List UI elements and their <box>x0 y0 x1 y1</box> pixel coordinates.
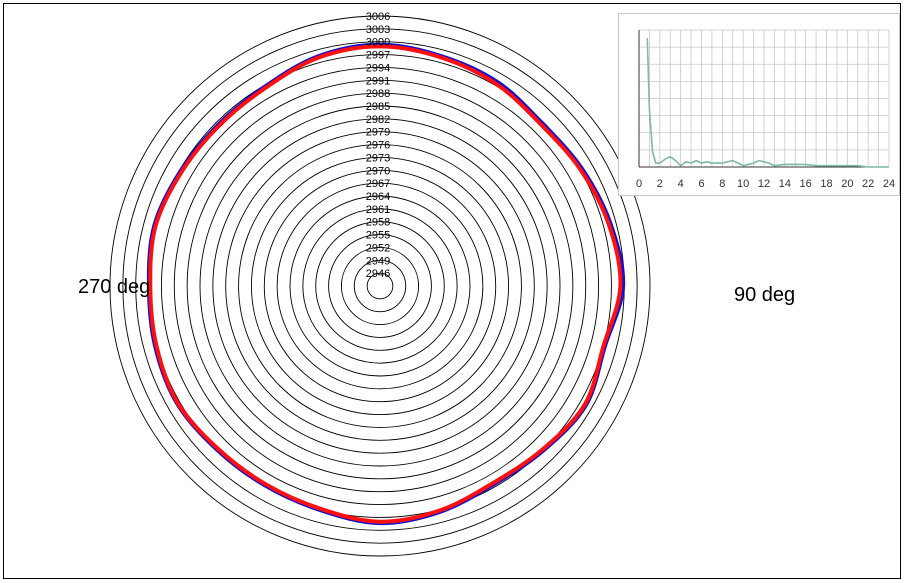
polar-ring-labels: 2946294929522955295829612964296729702973… <box>366 11 390 280</box>
radial-tick-label: 2961 <box>366 204 390 216</box>
inset-x-tick-label: 18 <box>820 178 832 190</box>
inset-svg: 0 2 4 6 8 10 12 14 16 18 20 22 24 <box>636 29 895 190</box>
inset-grid <box>638 29 890 168</box>
radial-tick-label: 2964 <box>366 191 390 203</box>
inset-x-tick-label: 12 <box>758 178 770 190</box>
radial-tick-label: 2973 <box>366 152 390 164</box>
inset-series-line-0 <box>646 37 889 168</box>
radial-tick-label: 2970 <box>366 165 390 177</box>
radial-tick-label: 2949 <box>366 255 390 267</box>
radial-tick-label: 2985 <box>366 101 390 113</box>
inset-spectrum-chart: 0 2 4 6 8 10 12 14 16 18 20 22 24 <box>618 13 900 196</box>
radial-tick-label: 2997 <box>366 50 390 62</box>
inset-x-tick-label: 2 <box>657 178 663 190</box>
inset-x-tick-label: 16 <box>800 178 812 190</box>
radial-tick-label: 3006 <box>366 11 390 23</box>
inset-x-tick-label: 20 <box>841 178 853 190</box>
angle-label-270: 270 deg <box>78 276 151 298</box>
radial-tick-label: 3000 <box>366 37 390 49</box>
angle-label-90: 90 deg <box>734 284 796 306</box>
inset-x-tick-label: 4 <box>678 178 684 190</box>
radial-tick-label: 2976 <box>366 140 390 152</box>
radial-tick-label: 2967 <box>366 178 390 190</box>
inset-x-ticks: 0 2 4 6 8 10 12 14 16 18 20 22 24 <box>636 178 895 190</box>
inset-x-tick-label: 6 <box>698 178 704 190</box>
inset-x-tick-label: 10 <box>737 178 749 190</box>
radial-tick-label: 2991 <box>366 75 390 87</box>
radial-tick-label: 2958 <box>366 217 390 229</box>
inset-x-tick-label: 0 <box>636 178 642 190</box>
inset-x-tick-label: 14 <box>779 178 791 190</box>
inset-x-tick-label: 24 <box>883 178 895 190</box>
radial-tick-label: 2946 <box>366 268 390 280</box>
chart-frame: 2946 2949 2952 2955 2958 2961 2964 2967 2970 2973… <box>3 3 901 579</box>
inset-x-tick-label: 22 <box>862 178 874 190</box>
inset-series <box>646 37 889 168</box>
inset-x-tick-label: 8 <box>719 178 725 190</box>
radial-tick-label: 2952 <box>366 242 390 254</box>
radial-tick-label: 2994 <box>366 62 390 74</box>
radial-tick-label: 2955 <box>366 230 390 242</box>
radial-tick-label: 2988 <box>366 88 390 100</box>
radial-tick-label: 2979 <box>366 127 390 139</box>
radial-tick-label: 3003 <box>366 24 390 36</box>
radial-tick-label: 2982 <box>366 114 390 126</box>
